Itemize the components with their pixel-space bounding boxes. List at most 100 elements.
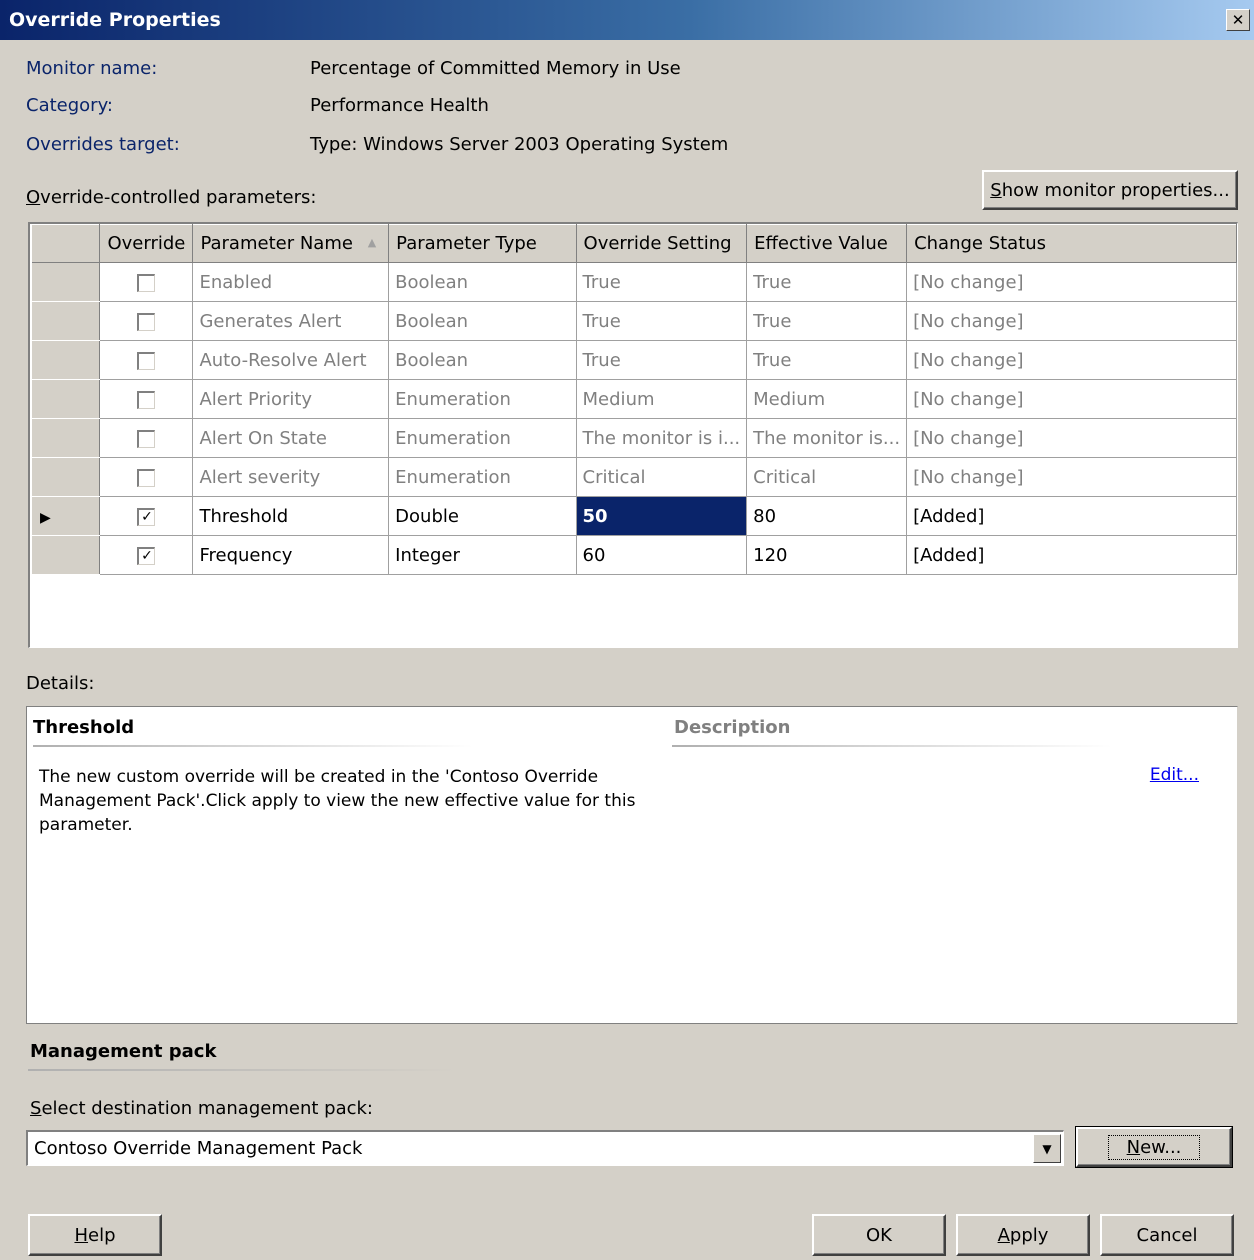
override-setting-cell[interactable]: Medium (576, 379, 748, 419)
row-selector[interactable]: ▶ (32, 496, 101, 536)
change-status-cell: [No change] (906, 379, 1237, 419)
override-checkbox[interactable] (137, 390, 156, 409)
column-parameter-type[interactable]: Parameter Type (388, 224, 577, 263)
override-checkbox[interactable] (137, 312, 156, 331)
parameter-name-cell: Auto-Resolve Alert (192, 340, 390, 380)
destination-management-pack-select[interactable]: Contoso Override Management Pack ▼ (26, 1130, 1064, 1166)
column-parameter-name[interactable]: Parameter Name ▲ (192, 224, 390, 263)
effective-value-cell: True (746, 301, 908, 341)
override-checkbox[interactable]: ✓ (137, 546, 156, 565)
details-title: Threshold (33, 717, 135, 738)
change-status-cell: [No change] (906, 418, 1237, 458)
parameter-type-cell: Enumeration (388, 418, 577, 458)
row-selector[interactable] (32, 379, 101, 419)
row-selector[interactable] (32, 301, 101, 341)
override-cell (99, 301, 194, 341)
table-row[interactable]: Alert On State Enumeration The monitor is … (32, 418, 1237, 458)
table-row[interactable]: Alert severity Enumeration Critical Critica… (32, 457, 1237, 497)
parameter-type-cell: Boolean (388, 340, 577, 380)
change-status-cell: [No change] (906, 457, 1237, 497)
details-panel: Threshold Description The new custom ove… (26, 706, 1238, 1024)
row-selector[interactable] (32, 340, 101, 380)
override-cell (99, 457, 194, 497)
table-row[interactable]: ▶ ✓ Threshold Double 50 80 [Added] (32, 496, 1237, 536)
override-checkbox[interactable] (137, 273, 156, 292)
select-destination-label: Select destination management pack: (30, 1098, 373, 1119)
details-label: Details: (26, 673, 95, 694)
category-value: Performance Health (310, 95, 489, 116)
override-checkbox[interactable]: ✓ (137, 507, 156, 526)
parameter-name-cell: Threshold (192, 496, 390, 536)
override-setting-cell[interactable]: True (576, 340, 748, 380)
apply-button[interactable]: Apply (956, 1214, 1090, 1256)
management-pack-divider (28, 1069, 458, 1071)
row-selector[interactable] (32, 418, 101, 458)
parameter-type-cell: Double (388, 496, 577, 536)
override-setting-cell[interactable]: True (576, 262, 748, 302)
parameter-name-cell: Alert severity (192, 457, 390, 497)
parameter-name-cell: Generates Alert (192, 301, 390, 341)
effective-value-cell: Critical (746, 457, 908, 497)
change-status-cell: [Added] (906, 535, 1237, 575)
column-override-setting[interactable]: Override Setting (576, 224, 748, 263)
title-bar: Override Properties ✕ (0, 0, 1254, 40)
effective-value-cell: Medium (746, 379, 908, 419)
column-override[interactable]: Override (99, 224, 194, 263)
show-monitor-properties-button[interactable]: Show monitor properties... (982, 170, 1238, 210)
sort-ascending-icon: ▲ (367, 236, 377, 249)
parameter-name-cell: Alert Priority (192, 379, 390, 419)
override-cell (99, 379, 194, 419)
override-checkbox[interactable] (137, 429, 156, 448)
override-checkbox[interactable] (137, 351, 156, 370)
override-cell (99, 340, 194, 380)
parameter-type-cell: Enumeration (388, 457, 577, 497)
parameters-grid: Override Parameter Name ▲ Parameter Type … (28, 222, 1238, 648)
override-setting-cell[interactable]: Critical (576, 457, 748, 497)
overrides-target-label: Overrides target: (26, 134, 180, 155)
table-row[interactable]: ✓ Frequency Integer 60 120 [Added] (32, 535, 1237, 575)
close-icon[interactable]: ✕ (1226, 9, 1250, 31)
row-header-corner (32, 224, 101, 263)
edit-link[interactable]: Edit... (1150, 765, 1199, 785)
description-divider (672, 745, 1112, 747)
effective-value-cell: 120 (746, 535, 908, 575)
description-heading: Description (674, 717, 791, 738)
column-effective-value[interactable]: Effective Value (746, 224, 908, 263)
overrides-target-value: Type: Windows Server 2003 Operating Syst… (310, 134, 729, 155)
new-management-pack-button[interactable]: New... (1075, 1126, 1233, 1168)
parameter-type-cell: Integer (388, 535, 577, 575)
cancel-button[interactable]: Cancel (1100, 1214, 1234, 1256)
override-setting-cell[interactable]: True (576, 301, 748, 341)
override-setting-cell[interactable]: The monitor is i... (576, 418, 748, 458)
table-row[interactable]: Generates Alert Boolean True True [No change… (32, 301, 1237, 341)
params-label: Override-controlled parameters: (26, 187, 317, 208)
parameter-name-cell: Alert On State (192, 418, 390, 458)
change-status-cell: [No change] (906, 301, 1237, 341)
category-label: Category: (26, 95, 113, 116)
parameter-name-cell: Frequency (192, 535, 390, 575)
row-selector[interactable] (32, 457, 101, 497)
change-status-cell: [No change] (906, 340, 1237, 380)
override-setting-cell[interactable]: 60 (576, 535, 748, 575)
table-row[interactable]: Auto-Resolve Alert Boolean True True [No cha… (32, 340, 1237, 380)
row-selector[interactable] (32, 535, 101, 575)
override-setting-cell[interactable]: 50 (576, 496, 748, 536)
override-cell (99, 418, 194, 458)
change-status-cell: [No change] (906, 262, 1237, 302)
table-row[interactable]: Enabled Boolean True True [No change] (32, 262, 1237, 302)
effective-value-cell: The monitor is... (746, 418, 908, 458)
override-checkbox[interactable] (137, 468, 156, 487)
selected-management-pack: Contoso Override Management Pack (34, 1138, 363, 1159)
table-row[interactable]: Alert Priority Enumeration Medium Medium [No… (32, 379, 1237, 419)
column-change-status[interactable]: Change Status (906, 224, 1237, 263)
ok-button[interactable]: OK (812, 1214, 946, 1256)
chevron-down-icon[interactable]: ▼ (1033, 1134, 1061, 1163)
parameter-name-cell: Enabled (192, 262, 390, 302)
monitor-name-label: Monitor name: (26, 58, 158, 79)
parameter-type-cell: Boolean (388, 262, 577, 302)
help-button[interactable]: Help (28, 1214, 162, 1256)
row-selector[interactable] (32, 262, 101, 302)
current-row-arrow-icon: ▶ (40, 509, 51, 526)
details-title-divider (33, 745, 473, 747)
details-description-text: The new custom override will be created … (39, 767, 636, 835)
